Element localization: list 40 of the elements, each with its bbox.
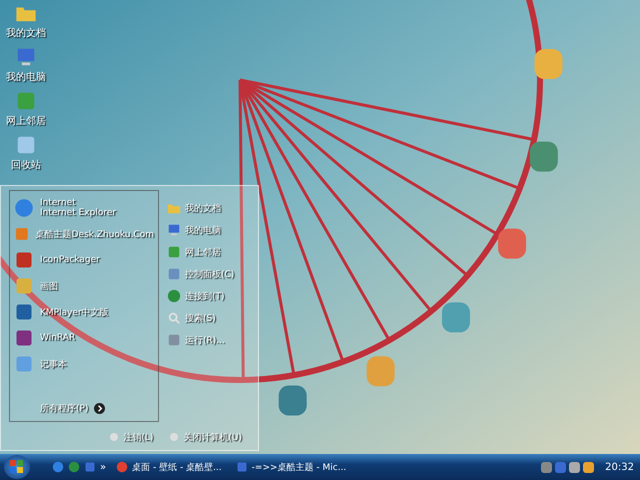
place-item[interactable]: 我的电脑 (167, 222, 234, 238)
tray-icon[interactable] (569, 462, 580, 472)
program-item[interactable]: IconPackager (14, 249, 154, 271)
program-title: 画图 (40, 280, 58, 292)
gondola (498, 228, 526, 259)
computer-icon (167, 223, 181, 237)
place-item[interactable]: 搜索(S) (167, 310, 234, 326)
search-icon (167, 311, 181, 325)
program-title: WinRAR (40, 333, 76, 343)
program-title: 记事本 (40, 358, 67, 370)
program-subtitle: Internet Explorer (40, 208, 116, 218)
all-programs-item[interactable]: 所有程序(P) (14, 402, 154, 415)
place-item[interactable]: 控制面板(C) (167, 266, 234, 282)
place-item[interactable]: 运行(R)... (167, 332, 234, 348)
overflow-chevron[interactable]: » (100, 462, 106, 472)
taskbar-button[interactable]: 桌面 - 壁纸 - 桌酷壁... (112, 460, 226, 474)
place-item[interactable]: 网上邻居 (167, 244, 234, 260)
program-item[interactable]: 画图 (14, 275, 154, 297)
program-item[interactable]: Internet Internet Explorer (14, 197, 154, 219)
computer-icon (15, 46, 37, 68)
tray-icon[interactable] (541, 462, 552, 472)
tray-icon[interactable] (583, 462, 594, 472)
shutdown-button[interactable]: 关闭计算机(U) (169, 430, 242, 444)
program-item[interactable]: WinRAR (14, 327, 154, 349)
desktop-icon[interactable]: 网上邻居 (2, 90, 50, 128)
program-item[interactable]: 桌酷主题Desk.Zhuoku.Com (14, 223, 154, 245)
taskbar-button[interactable]: -=>>桌酷主题 - Mic... (232, 460, 350, 474)
desktop-icon[interactable]: 我的电脑 (2, 46, 50, 84)
program-title: 桌酷主题Desk.Zhuoku.Com (36, 228, 154, 240)
desktop-icon[interactable]: 回收站 (2, 134, 50, 172)
program-title: Internet (40, 198, 77, 208)
program-item[interactable]: 记事本 (14, 353, 154, 375)
place-item[interactable]: 连接到(T) (167, 288, 234, 304)
place-item[interactable]: 我的文档 (167, 200, 234, 216)
log-off-button[interactable]: 注销(L) (109, 430, 154, 444)
program-title: IconPackager (40, 255, 100, 265)
start-button[interactable] (4, 455, 30, 479)
desktop-icon[interactable]: 我的文档 (2, 2, 50, 40)
clock: 20:32 (605, 462, 634, 472)
windows-logo-icon (10, 460, 24, 474)
